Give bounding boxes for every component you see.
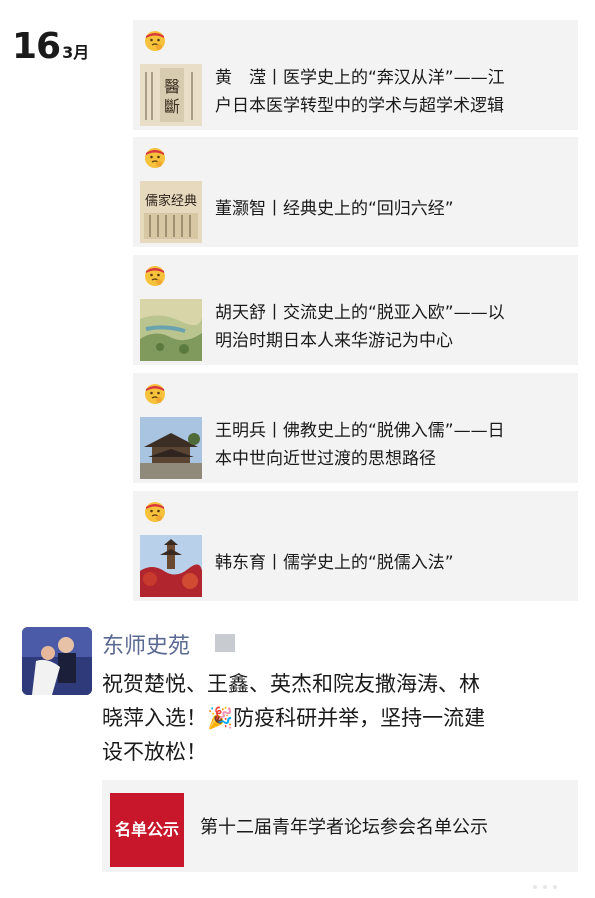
article-title-line: 黄 滢丨医学史上的“奔汉从洋”——江 xyxy=(215,68,505,88)
more-icon[interactable] xyxy=(530,884,560,890)
post-text: 祝贺楚悦、王鑫、英杰和院友撒海涛、林 晓萍入选！🎉防疫科研并举，坚持一流建 设不… xyxy=(102,667,572,769)
post-username[interactable]: 东师史苑 xyxy=(102,628,190,660)
date-header: 16 3月 xyxy=(12,26,89,67)
thinking-face-icon xyxy=(145,384,165,404)
share-thumbnail: 名单公示 xyxy=(110,793,184,867)
svg-text:斷: 斷 xyxy=(164,97,180,116)
post-text-line: 祝贺楚悦、王鑫、英杰和院友撒海涛、林 xyxy=(102,672,480,696)
book-calligraphy-thumbnail: 醫 斷 xyxy=(140,64,202,126)
article-card[interactable]: 儒家经典 董灏智丨经典史上的“回归六经” xyxy=(133,137,578,247)
article-title-line: 韩东育丨儒学史上的“脱儒入法” xyxy=(215,553,454,573)
temple-photo-thumbnail xyxy=(140,417,202,479)
classics-calligraphy-thumbnail: 儒家经典 xyxy=(140,181,202,243)
thinking-face-icon xyxy=(145,502,165,522)
pagoda-photo-thumbnail xyxy=(140,535,202,597)
article-card[interactable]: 韩东育丨儒学史上的“脱儒入法” xyxy=(133,491,578,601)
thinking-face-icon xyxy=(145,148,165,168)
username-blur xyxy=(215,634,235,652)
landscape-painting-thumbnail xyxy=(140,299,202,361)
article-title: 董灏智丨经典史上的“回归六经” xyxy=(215,195,570,223)
article-card[interactable]: 王明兵丨佛教史上的“脱佛入儒”——日 本中世向近世过渡的思想路径 xyxy=(133,373,578,483)
article-card[interactable]: 胡天舒丨交流史上的“脱亚入欧”——以 明治时期日本人来华游记为中心 xyxy=(133,255,578,365)
article-title-line: 户日本医学转型中的学术与超学术逻辑 xyxy=(215,96,504,116)
post-text-line: 晓萍入选！🎉防疫科研并举，坚持一流建 xyxy=(102,706,486,730)
svg-text:醫: 醫 xyxy=(164,77,180,96)
article-title: 韩东育丨儒学史上的“脱儒入法” xyxy=(215,549,570,577)
svg-text:儒家经典: 儒家经典 xyxy=(145,193,197,209)
article-title: 胡天舒丨交流史上的“脱亚入欧”——以 明治时期日本人来华游记为中心 xyxy=(215,299,570,355)
thinking-face-icon xyxy=(145,31,165,51)
article-title-line: 明治时期日本人来华游记为中心 xyxy=(215,331,453,351)
article-title: 王明兵丨佛教史上的“脱佛入儒”——日 本中世向近世过渡的思想路径 xyxy=(215,417,570,473)
post-text-line: 设不放松！ xyxy=(102,740,207,764)
avatar[interactable] xyxy=(22,627,92,695)
date-month: 3月 xyxy=(62,43,90,62)
shared-link-card[interactable]: 名单公示 第十二届青年学者论坛参会名单公示 xyxy=(102,780,578,872)
article-title-line: 王明兵丨佛教史上的“脱佛入儒”——日 xyxy=(215,421,505,441)
article-title-line: 董灏智丨经典史上的“回归六经” xyxy=(215,199,454,219)
thinking-face-icon xyxy=(145,266,165,286)
article-title-line: 本中世向近世过渡的思想路径 xyxy=(215,449,436,469)
article-card[interactable]: 醫 斷 黄 滢丨医学史上的“奔汉从洋”——江 户日本医学转型中的学术与超学术逻辑 xyxy=(133,20,578,130)
article-title: 黄 滢丨医学史上的“奔汉从洋”——江 户日本医学转型中的学术与超学术逻辑 xyxy=(215,64,570,120)
date-day: 16 xyxy=(12,26,61,67)
article-title-line: 胡天舒丨交流史上的“脱亚入欧”——以 xyxy=(215,303,505,323)
share-title: 第十二届青年学者论坛参会名单公示 xyxy=(200,817,488,838)
